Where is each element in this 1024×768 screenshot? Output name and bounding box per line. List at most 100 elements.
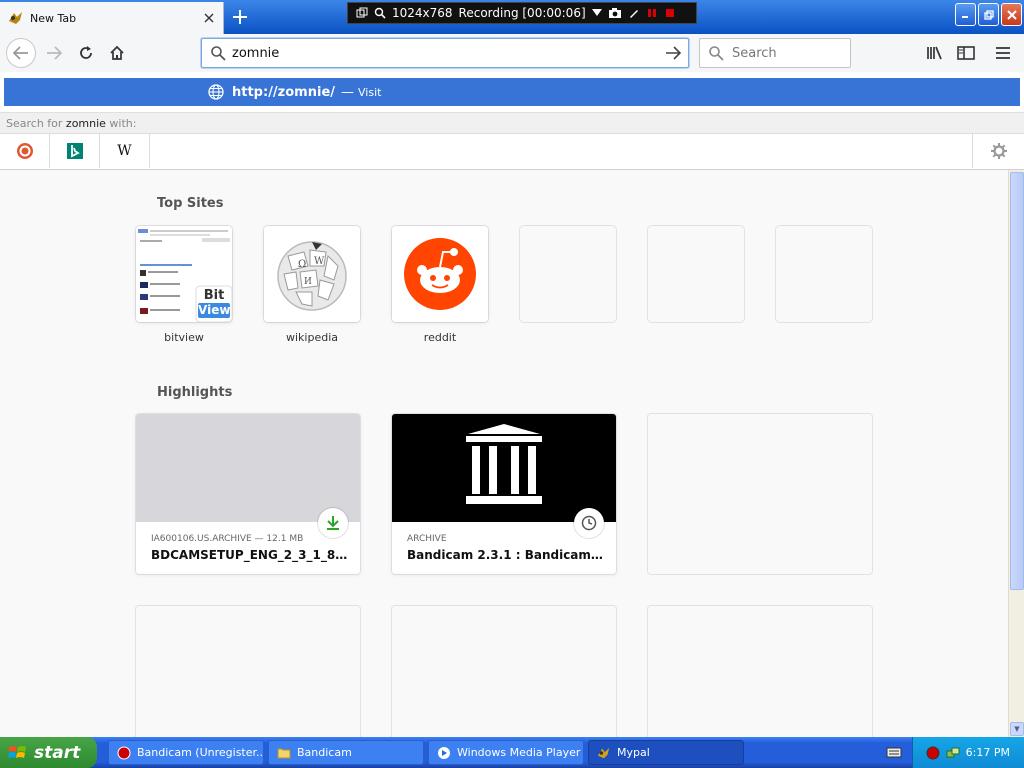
top-site-label: wikipedia — [285, 331, 338, 344]
bandicam-icon — [117, 746, 131, 759]
scroll-down-arrow[interactable]: ▼ — [1010, 722, 1024, 736]
suggest-visit: Visit — [358, 85, 382, 99]
camera-icon[interactable] — [608, 7, 622, 19]
record-tray-icon[interactable] — [926, 746, 940, 760]
mypal-icon — [9, 12, 22, 24]
dropdown-icon[interactable] — [591, 9, 602, 17]
minimize-button[interactable] — [955, 3, 976, 26]
sidebar-icon[interactable] — [952, 39, 980, 67]
search-input[interactable] — [732, 45, 842, 61]
highlight-context: IA600106.US.ARCHIVE — 12.1 MB — [151, 534, 304, 544]
media-player-icon — [438, 746, 450, 759]
start-button[interactable]: start — [0, 737, 97, 768]
task-bandicam-unregistered[interactable]: Bandicam (Unregister... — [108, 740, 264, 765]
suggest-dash: — — [341, 84, 355, 100]
clock: 6:17 PM — [965, 746, 1010, 759]
top-site-wikipedia[interactable]: Ω W И — [264, 226, 360, 322]
highlight-empty — [648, 606, 872, 746]
globe-icon — [208, 84, 224, 100]
highlight-title: Bandicam 2.3.1 : Bandicam : Free... — [407, 548, 607, 562]
search-icon — [709, 46, 724, 61]
url-bar[interactable] — [201, 38, 689, 68]
search-box[interactable] — [699, 38, 851, 68]
highlight-title: BDCAMSETUP_ENG_2_3_1_840.E... — [151, 548, 351, 562]
wikipedia-globe-icon: Ω W И — [264, 226, 360, 322]
task-bandicam-folder[interactable]: Bandicam — [268, 740, 424, 765]
recorder-resolution: 1024x768 — [392, 6, 453, 20]
top-site-label: bitview — [164, 331, 204, 344]
task-mypal[interactable]: Mypal — [588, 740, 744, 765]
new-tab-button[interactable] — [228, 5, 252, 29]
page-scrollbar[interactable]: ▼ — [1008, 170, 1024, 737]
mypal-icon — [597, 747, 610, 758]
url-input[interactable] — [232, 45, 660, 61]
highlights-heading: Highlights — [157, 385, 233, 400]
pencil-icon[interactable] — [628, 7, 640, 19]
top-site-label: reddit — [423, 331, 457, 344]
start-label: start — [34, 742, 81, 763]
top-sites-heading: Top Sites — [157, 196, 224, 211]
autocomplete-visit-row[interactable]: http://zomnie/ — Visit — [4, 78, 1020, 106]
library-icon[interactable] — [921, 39, 949, 67]
highlight-empty — [136, 606, 360, 746]
highlight-empty — [392, 606, 616, 746]
bitview-logo-text-2: View — [198, 303, 231, 318]
top-site-bitview[interactable]: Bit View — [136, 226, 232, 322]
bitview-logo-text-1: Bit — [203, 288, 225, 303]
stop-icon[interactable] — [664, 7, 676, 19]
taskbar: start Bandicam (Unregister... Bandicam W… — [0, 737, 1024, 768]
engine-wikipedia[interactable]: W — [100, 134, 150, 168]
pause-icon[interactable] — [646, 7, 658, 19]
task-windows-media-player[interactable]: Windows Media Player — [428, 740, 584, 765]
search-engines: W — [0, 134, 1024, 168]
reddit-icon — [392, 226, 488, 322]
top-site-empty — [648, 226, 744, 322]
menu-icon[interactable] — [989, 39, 1017, 67]
wikipedia-icon: W — [117, 143, 132, 159]
nav-bar — [0, 34, 1024, 72]
magnifier-icon[interactable] — [374, 7, 386, 19]
highlight-empty — [648, 414, 872, 574]
top-site-reddit[interactable] — [392, 226, 488, 322]
recorder-toolbar: 1024x768 Recording [00:00:06] — [347, 2, 697, 24]
windows-flag-icon — [8, 745, 26, 758]
engine-duckduckgo[interactable] — [0, 134, 50, 168]
autocomplete-popup: http://zomnie/ — Visit Search for zomnie… — [0, 72, 1024, 170]
restore-button[interactable] — [978, 3, 999, 26]
title-bar: New Tab 1024x768 Recording [00:00:06] — [0, 0, 1024, 34]
search-for-label: Search for zomnie with: — [0, 112, 1024, 134]
tab-new-tab[interactable]: New Tab — [0, 2, 224, 34]
search-icon — [211, 46, 226, 61]
clock-icon — [574, 508, 604, 538]
window-controls — [955, 3, 1022, 26]
bing-icon — [66, 143, 83, 159]
back-button[interactable] — [6, 38, 36, 68]
highlight-card[interactable]: IA600106.US.ARCHIVE — 12.1 MB BDCAMSETUP… — [136, 414, 360, 574]
reload-button[interactable] — [72, 39, 100, 67]
folder-icon — [277, 748, 291, 758]
svg-text:Ω: Ω — [298, 259, 306, 270]
top-site-empty — [776, 226, 872, 322]
network-icon[interactable] — [946, 746, 960, 760]
recorder-status: Recording [00:00:06] — [458, 6, 586, 20]
download-icon — [318, 508, 348, 538]
duckduckgo-icon — [16, 143, 33, 159]
close-tab-icon[interactable] — [199, 8, 219, 28]
engine-bing[interactable] — [50, 134, 100, 168]
archive-logo-icon — [392, 414, 616, 522]
home-button[interactable] — [103, 39, 131, 67]
close-window-button[interactable] — [1001, 3, 1022, 26]
forward-button[interactable] — [40, 39, 68, 67]
window-icon[interactable] — [356, 7, 368, 19]
svg-text:W: W — [314, 256, 325, 267]
go-arrow-icon[interactable] — [660, 40, 686, 66]
gear-icon — [990, 143, 1007, 159]
suggest-url: http://zomnie/ — [232, 84, 336, 100]
highlight-context: ARCHIVE — [407, 534, 447, 544]
bitview-logo: Bit View — [198, 288, 230, 320]
keyboard-icon[interactable] — [886, 745, 902, 759]
scrollbar-thumb[interactable] — [1010, 172, 1024, 590]
svg-text:И: И — [304, 277, 312, 287]
highlight-card[interactable]: ARCHIVE Bandicam 2.3.1 : Bandicam : Free… — [392, 414, 616, 574]
search-settings-button[interactable] — [972, 134, 1024, 168]
